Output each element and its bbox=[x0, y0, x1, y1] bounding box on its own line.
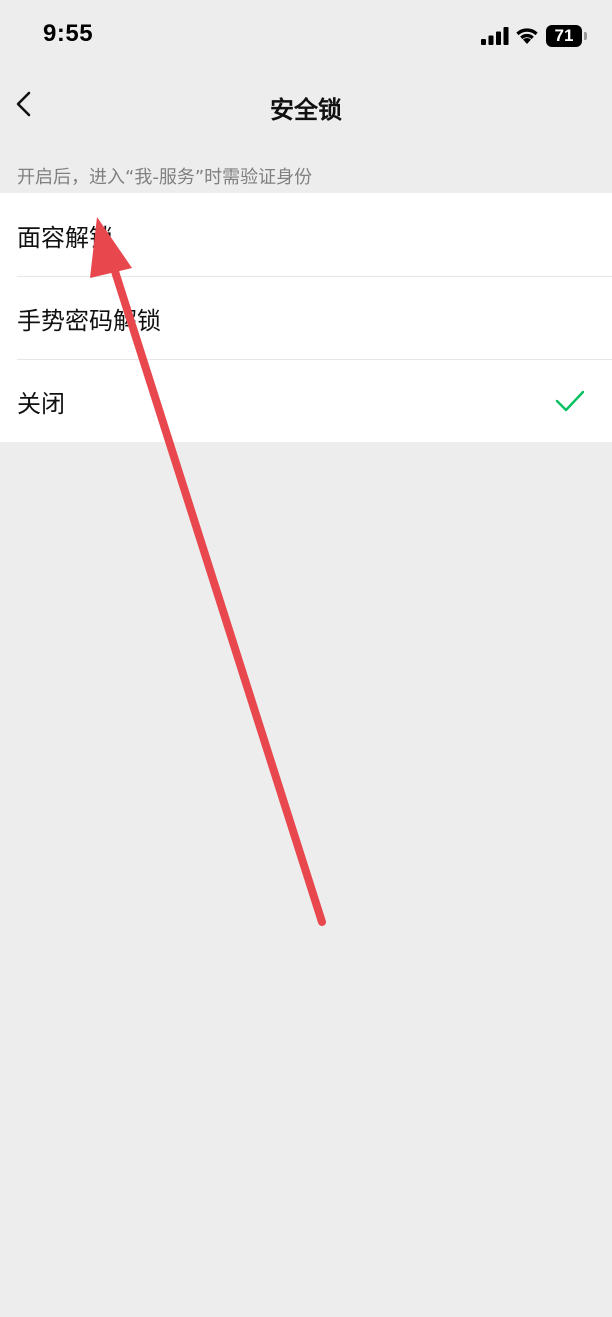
option-label: 关闭 bbox=[17, 390, 65, 418]
option-label: 手势密码解锁 bbox=[17, 307, 161, 335]
nav-bar: 安全锁 bbox=[0, 70, 612, 142]
status-bar: 9:55 71 bbox=[0, 0, 612, 70]
option-off[interactable]: 关闭 bbox=[0, 359, 612, 442]
checkmark-icon bbox=[555, 390, 585, 412]
battery-icon: 71 bbox=[546, 25, 588, 47]
option-face-unlock[interactable]: 面容解锁 bbox=[0, 193, 612, 276]
option-label: 面容解锁 bbox=[17, 224, 113, 252]
signal-icon bbox=[481, 27, 509, 45]
wifi-icon bbox=[516, 28, 538, 44]
battery-cap bbox=[584, 32, 587, 40]
option-gesture-password-unlock[interactable]: 手势密码解锁 bbox=[0, 276, 612, 359]
battery-level: 71 bbox=[546, 25, 582, 47]
status-time: 9:55 bbox=[43, 20, 94, 47]
screen: 9:55 71 安全锁 开启后，进入“我-服务”时需验证身份 面容解锁 手势密码… bbox=[0, 0, 612, 1317]
page-title: 安全锁 bbox=[270, 96, 342, 124]
section-description: 开启后，进入“我-服务”时需验证身份 bbox=[17, 167, 313, 188]
lock-option-list: 面容解锁 手势密码解锁 关闭 bbox=[0, 193, 612, 442]
